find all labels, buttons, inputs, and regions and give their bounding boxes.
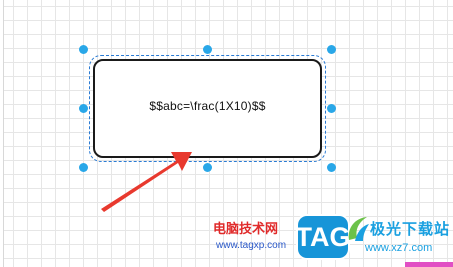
watermark-label: 电脑技术网 bbox=[213, 222, 279, 237]
watermark-url: www.tagxp.com bbox=[216, 240, 287, 251]
tag-logo: TAG bbox=[296, 216, 351, 258]
corner-block bbox=[405, 262, 453, 267]
site-logo-icon bbox=[348, 217, 369, 241]
site-name: 极光下载站 bbox=[370, 220, 451, 238]
site-url: www.xz7.com bbox=[365, 242, 433, 254]
